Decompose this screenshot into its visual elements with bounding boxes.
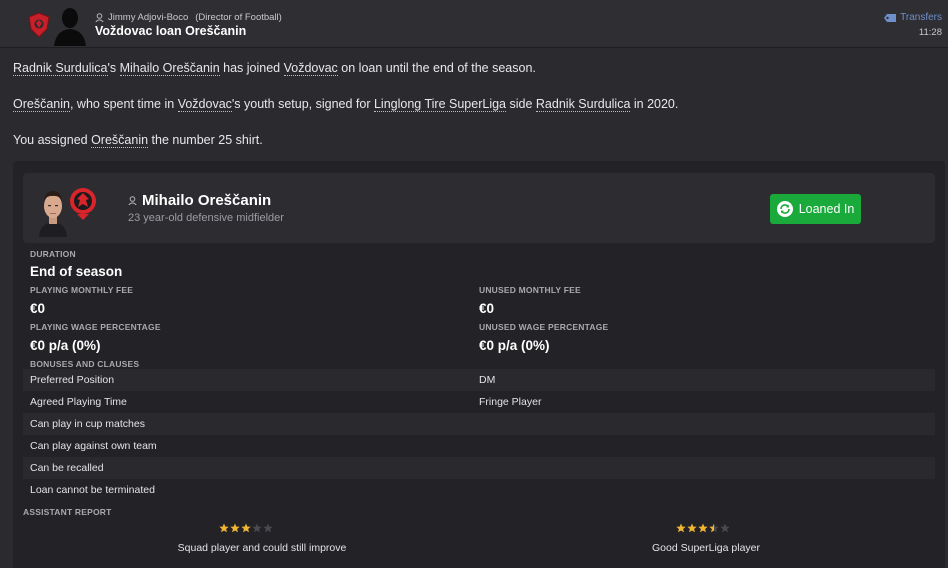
clause-name: Loan cannot be terminated (30, 484, 155, 496)
sender-avatar-icon[interactable] (52, 6, 88, 46)
clause-name: Can play in cup matches (30, 418, 145, 430)
text: side (506, 97, 536, 111)
text: You assigned (13, 133, 92, 147)
clause-row: Preferred Position DM (23, 369, 935, 391)
loan-details-card: Mihailo Oreščanin 23 year-old defensive … (13, 161, 945, 568)
message-body: Radnik Surdulica's Mihailo Oreščanin has… (13, 60, 933, 168)
clause-name: Can play against own team (30, 440, 157, 452)
player-description: 23 year-old defensive midfielder (128, 212, 284, 224)
sender-name[interactable]: Jimmy Adjovi-Boco (108, 12, 188, 23)
text: in 2020. (630, 97, 679, 111)
club-link-vozdovac[interactable]: Voždovac (283, 61, 338, 76)
message-header: Jimmy Adjovi-Boco (Director of Football)… (0, 0, 948, 48)
loan-status-label: Loaned In (798, 202, 855, 216)
star-icon (709, 523, 719, 533)
text: on loan until the end of the season. (337, 61, 536, 75)
star-icon (698, 523, 708, 533)
club-badge-icon (28, 12, 50, 38)
text: has joined (219, 61, 284, 75)
unused-wage-label: UNUSED WAGE PERCENTAGE (479, 322, 609, 332)
loan-status-button[interactable]: Loaned In (770, 194, 861, 224)
sender-line: Jimmy Adjovi-Boco (Director of Football) (95, 12, 282, 23)
unused-wage-value: €0 p/a (0%) (479, 338, 550, 353)
duration-label: DURATION (30, 249, 76, 259)
bonuses-label: BONUSES AND CLAUSES (30, 359, 140, 369)
body-paragraph-2: Oreščanin, who spent time in Voždovac's … (13, 96, 933, 112)
star-icon (219, 523, 229, 533)
clause-row: Agreed Playing Time Fringe Player (23, 391, 935, 413)
player-name-row: Mihailo Oreščanin (128, 192, 271, 209)
clause-name: Can be recalled (30, 462, 104, 474)
text: 's (107, 61, 120, 75)
playing-fee-value: €0 (30, 301, 46, 316)
clause-name: Preferred Position (30, 374, 115, 386)
playing-wage-value: €0 p/a (0%) (30, 338, 101, 353)
tag-icon (884, 13, 897, 22)
category-label: Transfers (900, 12, 942, 23)
club-badge-icon[interactable] (69, 187, 97, 221)
playing-wage-label: PLAYING WAGE PERCENTAGE (30, 322, 161, 332)
person-icon (128, 196, 137, 205)
message-subject: Voždovac loan Oreščanin (95, 24, 247, 38)
text: , who spent time in (69, 97, 178, 111)
competition-link[interactable]: Linglong Tire SuperLiga (373, 97, 507, 112)
potential-ability-stars (676, 523, 730, 533)
sender-role: (Director of Football) (195, 12, 282, 23)
club-link-vozdovac[interactable]: Voždovac (177, 97, 232, 112)
message-time: 11:28 (918, 27, 942, 38)
unused-fee-value: €0 (479, 301, 495, 316)
clause-value: Fringe Player (479, 396, 542, 408)
clause-value: DM (479, 374, 496, 386)
star-icon (720, 523, 730, 533)
player-photo[interactable] (37, 185, 69, 237)
body-paragraph-1: Radnik Surdulica's Mihailo Oreščanin has… (13, 60, 933, 76)
clause-row: Can play against own team (23, 435, 935, 457)
player-link[interactable]: Oreščanin (13, 97, 70, 112)
text: 's youth setup, signed for (231, 97, 374, 111)
unused-fee-label: UNUSED MONTHLY FEE (479, 285, 581, 295)
current-ability-stars (219, 523, 273, 533)
clause-row: Can play in cup matches (23, 413, 935, 435)
star-icon (263, 523, 273, 533)
text: the number 25 shirt. (148, 133, 263, 147)
clause-name: Agreed Playing Time (30, 396, 127, 408)
duration-value: End of season (30, 264, 123, 279)
club-link-radnik[interactable]: Radnik Surdulica (535, 97, 631, 112)
assistant-report-label: ASSISTANT REPORT (23, 507, 112, 517)
playing-fee-label: PLAYING MONTHLY FEE (30, 285, 134, 295)
potential-ability-text: Good SuperLiga player (652, 542, 760, 554)
person-icon (95, 13, 104, 22)
player-link[interactable]: Oreščanin (91, 133, 149, 148)
player-header: Mihailo Oreščanin 23 year-old defensive … (23, 173, 935, 243)
star-icon (687, 523, 697, 533)
category-tag[interactable]: Transfers (884, 12, 942, 23)
club-link-radnik[interactable]: Radnik Surdulica (13, 61, 108, 76)
clause-row: Can be recalled (23, 457, 935, 479)
current-ability-text: Squad player and could still improve (177, 542, 347, 554)
player-link[interactable]: Mihailo Oreščanin (119, 61, 220, 76)
clause-row: Loan cannot be terminated (23, 479, 935, 501)
star-icon (230, 523, 240, 533)
star-icon (252, 523, 262, 533)
refresh-icon (776, 201, 793, 217)
player-name[interactable]: Mihailo Oreščanin (142, 192, 271, 209)
star-icon (676, 523, 686, 533)
body-paragraph-3: You assigned Oreščanin the number 25 shi… (13, 132, 933, 148)
star-icon (241, 523, 251, 533)
